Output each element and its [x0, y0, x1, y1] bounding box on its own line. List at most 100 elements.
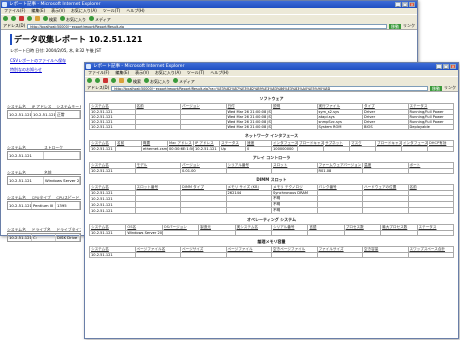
column-header[interactable]: インタフェース(受信): [401, 140, 428, 147]
table-cell: 10.2.51.121: [88, 230, 127, 236]
table-cell: 不明: [271, 207, 318, 214]
menu-item[interactable]: 編集(E): [115, 70, 129, 75]
toolbar-button[interactable]: [19, 16, 24, 22]
title-bar[interactable]: レポート記事 - Microsoft Internet Explorer _ □…: [1, 1, 417, 8]
minimize-button[interactable]: _: [436, 64, 442, 69]
column-header[interactable]: ブロードキャスト(送信): [375, 140, 402, 147]
table-cell: System ROM: [316, 124, 363, 130]
menu-item[interactable]: ファイル(F): [4, 8, 25, 13]
table-cell: [271, 168, 318, 174]
column-header[interactable]: ドライブ名: [31, 227, 57, 232]
column-header[interactable]: ファームウェアバージョン: [316, 162, 363, 169]
table-cell: 10.2.51.121: [9, 111, 32, 118]
column-header[interactable]: CPUタイプ: [31, 195, 57, 200]
column-header[interactable]: CPUスピード: [56, 195, 82, 200]
column-header[interactable]: システム名: [7, 195, 32, 200]
table-cell: [134, 252, 181, 258]
column-header[interactable]: システムモード: [56, 104, 82, 109]
table-cell: 10.2.51.121: [89, 252, 136, 258]
table-cell: [198, 230, 236, 236]
menu-item[interactable]: お気に入り(A): [155, 70, 181, 75]
toolbar-button[interactable]: [11, 16, 16, 22]
column-header[interactable]: ストローク: [44, 145, 81, 150]
table-row: 10.2.51.121 Pentium III 1395: [7, 201, 81, 210]
go-button[interactable]: 移動: [389, 23, 401, 29]
refresh-icon: [27, 16, 32, 21]
table-cell: [307, 230, 345, 236]
toolbar-button[interactable]: 検索: [127, 77, 141, 85]
column-header[interactable]: IP アドレス: [31, 104, 57, 109]
table-cell: [271, 252, 318, 258]
table-cell: 10.2.51.121: [89, 207, 136, 214]
toolbar-label: お気に入り: [66, 16, 86, 22]
menu-item[interactable]: ファイル(F): [88, 70, 109, 75]
table-row: 10.2.51.121Windows Server 2003: [7, 176, 81, 185]
close-button[interactable]: ×: [450, 64, 456, 69]
column-header[interactable]: システム名: [7, 227, 32, 232]
address-field[interactable]: http://localhost:50000/~export/report/Re…: [27, 23, 387, 29]
software-table: システム名 名前 バージョン 日付 説明 実行ファイル タイプ ステータス 10.2.51.12…: [89, 103, 454, 130]
menu-item[interactable]: ツール(T): [187, 70, 205, 75]
toolbar-button[interactable]: [119, 78, 124, 84]
column-header[interactable]: ブロードキャスト: [297, 140, 324, 147]
table-cell: BIOS: [362, 124, 409, 130]
toolbar: 検索 お気に入り メディア: [85, 76, 458, 85]
menu-item[interactable]: 表示(V): [51, 8, 65, 13]
table-cell: [44, 152, 80, 159]
summary-panel: システム名名前10.2.51.121Windows Server 2003: [7, 170, 81, 185]
menu-item[interactable]: お気に入り(A): [71, 8, 97, 13]
maximize-button[interactable]: □: [402, 2, 408, 7]
minimize-button[interactable]: _: [395, 2, 401, 7]
toolbar-button[interactable]: メディア: [173, 77, 195, 85]
menu-item[interactable]: ヘルプ(H): [210, 70, 228, 75]
table-row: 10.2.51.121 C: DISK Drive: [7, 233, 81, 242]
toolbar-button[interactable]: お気に入り: [144, 77, 170, 85]
report-meta: レポート日時 日付: 2004/2/05, 木, 8:32 午後 JST: [10, 48, 102, 53]
table-row: 10.2.51.121 0.01.00 R01.08: [89, 168, 454, 174]
links-label[interactable]: リンク: [444, 85, 456, 91]
column-header[interactable]: ドライブタイプ: [56, 227, 82, 232]
table-row: 10.2.51.121 ethernet-csmacd (6)00:30:6E:1…: [89, 146, 454, 152]
links-label[interactable]: リンク: [403, 23, 415, 29]
column-header[interactable]: システム名: [7, 104, 32, 109]
toolbar-button[interactable]: [87, 78, 92, 84]
go-button[interactable]: 移動: [430, 85, 442, 91]
table-cell: 正常: [56, 111, 80, 118]
toolbar-button[interactable]: お気に入り: [60, 15, 86, 23]
column-header[interactable]: インタフェース名: [271, 140, 298, 147]
toolbar-button[interactable]: [27, 16, 32, 22]
window-title: レポート記事 - Microsoft Internet Explorer: [9, 2, 101, 7]
toolbar-button[interactable]: 検索: [43, 15, 57, 23]
menu-item[interactable]: ツール(T): [103, 8, 121, 13]
table-cell: 00:30:6E:1:50:45: [167, 146, 194, 152]
table-cell: [180, 252, 227, 258]
toolbar-button[interactable]: [3, 16, 8, 22]
column-header[interactable]: システム名: [7, 145, 44, 150]
menu-item[interactable]: 編集(E): [31, 8, 45, 13]
toolbar-button[interactable]: [95, 78, 100, 84]
toolbar-button[interactable]: [111, 78, 116, 84]
summary-panel: システム名 CPUタイプ CPUスピード 10.2.51.121 Pentium III…: [7, 195, 82, 210]
menu-item[interactable]: 表示(V): [135, 70, 149, 75]
column-header[interactable]: 名前: [44, 170, 81, 175]
close-button[interactable]: ×: [409, 2, 415, 7]
table-cell: [349, 146, 376, 152]
software-section-title: ソフトウェア: [259, 96, 284, 101]
toolbar-button[interactable]: メディア: [89, 15, 111, 23]
table-cell: [270, 230, 309, 236]
address-field[interactable]: http://localhost:50000/~export/report/Re…: [111, 85, 428, 91]
stop-icon: [19, 16, 24, 21]
panel-header: システム名 IP アドレス システムモード: [7, 104, 82, 109]
browser-window-front[interactable]: レポート記事 - Microsoft Internet Explorer _ □…: [84, 62, 459, 339]
toolbar-button[interactable]: [35, 16, 40, 22]
maximize-button[interactable]: □: [443, 64, 449, 69]
menu-item[interactable]: ヘルプ(H): [126, 8, 144, 13]
column-header[interactable]: Mac アドレス: [167, 140, 194, 147]
summary-panel: システム名 ストローク 10.2.51.121: [7, 145, 81, 160]
toolbar-button[interactable]: [103, 78, 108, 84]
os-table: システム名 OS名 OSバージョン 製造元 実システム名 シリアル番号 言語 プロセス数 最大プ…: [88, 224, 455, 236]
title-bar[interactable]: レポート記事 - Microsoft Internet Explorer _ □…: [85, 63, 458, 70]
table-cell: 10.2.51.121: [8, 152, 44, 159]
table-cell: [234, 230, 272, 236]
column-header[interactable]: システム名: [7, 170, 44, 175]
